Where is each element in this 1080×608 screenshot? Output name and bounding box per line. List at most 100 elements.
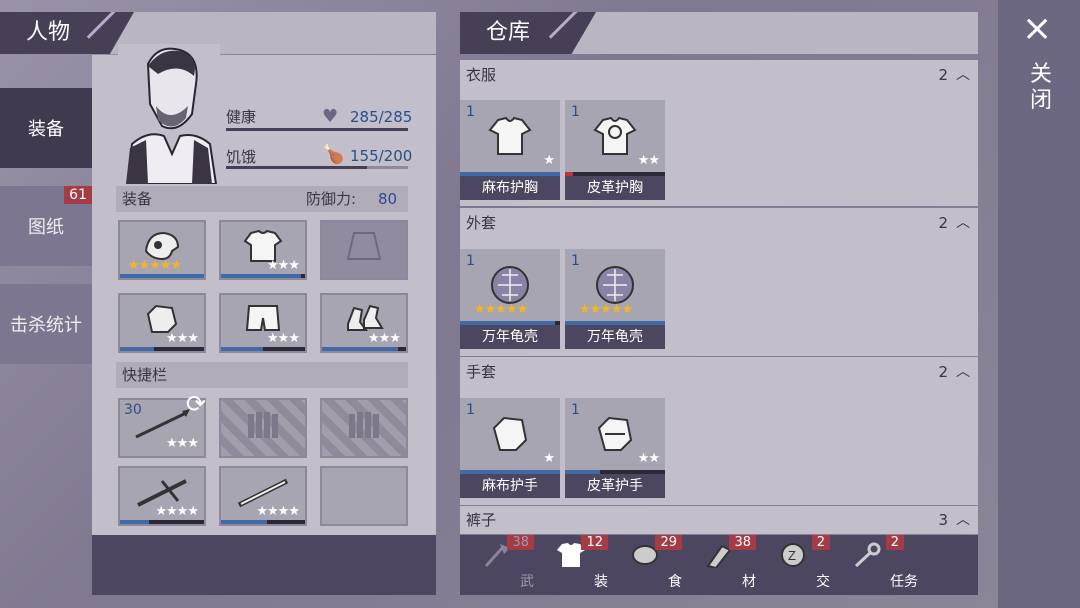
bottom-tab-food[interactable]: 29 食物 xyxy=(608,535,696,595)
quickbar-label: 快捷栏 xyxy=(122,366,168,384)
equip-slot-helmet[interactable]: ★★★★★ xyxy=(118,220,206,280)
category-coat-header[interactable]: 外套 2 ︿ xyxy=(460,208,978,238)
svg-text:Z: Z xyxy=(788,548,796,563)
fence-icon xyxy=(246,410,280,442)
storage-item[interactable]: 1 ★★★★★ 万年龟壳 xyxy=(460,249,560,349)
tab-equipment-label: 装备 xyxy=(28,119,64,140)
tab-badge: 29 xyxy=(655,535,682,550)
blueprints-badge: 61 xyxy=(64,186,92,204)
character-title: 人物 xyxy=(0,12,134,54)
slot-stars: ★★★ xyxy=(166,436,199,451)
defense-value: 80 xyxy=(378,190,398,208)
category-name: 手套 xyxy=(466,363,497,381)
category-pants-header[interactable]: 裤子 3 ︿ xyxy=(460,506,978,534)
health-bar xyxy=(226,128,408,131)
bottom-tab-materials[interactable]: 38 材料 xyxy=(682,535,770,595)
fence-icon xyxy=(347,410,381,442)
tab-blueprints-label: 图纸 xyxy=(28,217,64,238)
heart-icon: ♥ xyxy=(322,106,339,127)
storage-item[interactable]: 1 ★★★★★ 万年龟壳 xyxy=(565,249,665,349)
category-name: 外套 xyxy=(466,214,497,232)
category-name: 裤子 xyxy=(466,511,497,529)
storage-item[interactable]: 1 ★ 麻布护胸 xyxy=(460,100,560,200)
chevron-up-icon: ︿ xyxy=(956,215,970,231)
category-count: 2 xyxy=(938,214,948,232)
quick-slot-spear[interactable]: 30 ⟳ ★★★ xyxy=(118,390,206,458)
item-name: 麻布护手 xyxy=(460,474,560,498)
character-panel-footer xyxy=(92,535,436,595)
slot-stars: ★★★★ xyxy=(155,504,199,519)
slot-stars: ★★★ xyxy=(368,331,401,346)
item-count: 1 xyxy=(571,253,580,269)
item-count: 1 xyxy=(466,104,475,120)
leather-chest-icon xyxy=(593,116,637,160)
chevron-up-icon: ︿ xyxy=(956,364,970,380)
item-name: 皮革护手 xyxy=(565,474,665,498)
equip-slot-pants[interactable]: ★★★ xyxy=(219,293,307,353)
hunger-label: 饥饿 xyxy=(226,148,257,166)
item-count: 1 xyxy=(571,402,580,418)
storage-item[interactable]: 1 ★★ 皮革护胸 xyxy=(565,100,665,200)
equipment-label: 装备 xyxy=(122,190,153,208)
item-stars: ★ xyxy=(543,451,555,466)
coat-icon xyxy=(344,229,384,267)
item-stars: ★★★★★ xyxy=(579,302,633,317)
storage-header: 仓库 xyxy=(460,12,978,54)
leather-glove-icon xyxy=(593,414,637,458)
category-count: 2 xyxy=(938,66,948,84)
bottom-tab-weapons[interactable]: 38 武器 xyxy=(460,535,548,595)
bottom-tab-quests[interactable]: 2 任务 xyxy=(830,535,918,595)
tab-badge: 38 xyxy=(507,535,534,550)
equip-slot-gloves[interactable]: ★★★ xyxy=(118,293,206,353)
item-name: 万年龟壳 xyxy=(460,325,560,349)
bottom-tab-trade[interactable]: Z 2 交易 xyxy=(756,535,844,595)
hunger-value: 155/200 xyxy=(350,147,413,165)
hunger-bar xyxy=(226,166,408,169)
bottom-tab-equipment[interactable]: 12 装备 xyxy=(534,535,622,595)
quick-slot-locked-1 xyxy=(219,398,307,458)
equip-slot-coat[interactable] xyxy=(320,220,408,280)
drumstick-icon: 🍗 xyxy=(322,144,345,165)
tab-kill-stats[interactable]: 击杀统计 xyxy=(0,284,92,364)
storage-title: 仓库 xyxy=(460,12,596,54)
category-gloves-header[interactable]: 手套 2 ︿ xyxy=(460,357,978,387)
storage-item[interactable]: 1 ★ 麻布护手 xyxy=(460,398,560,498)
equipment-section-header: 装备 防御力: 80 xyxy=(116,186,408,212)
item-count: 1 xyxy=(571,104,580,120)
category-name: 衣服 xyxy=(466,66,497,84)
category-clothing-header[interactable]: 衣服 2 ︿ xyxy=(460,60,978,90)
category-count: 3 xyxy=(938,511,948,529)
close-label[interactable]: 关闭 xyxy=(1030,62,1052,114)
quick-slot-empty[interactable] xyxy=(320,466,408,526)
key-icon xyxy=(852,542,882,572)
quick-slot-crossbow[interactable]: ★★★★ xyxy=(118,466,206,526)
quick-slot-locked-2 xyxy=(320,398,408,458)
slot-stars: ★★★★ xyxy=(256,504,300,519)
item-stars: ★★ xyxy=(637,451,660,466)
item-stars: ★★★★★ xyxy=(474,302,528,317)
health-label: 健康 xyxy=(226,108,257,126)
item-stars: ★ xyxy=(543,153,555,168)
item-name: 麻布护胸 xyxy=(460,176,560,200)
close-icon[interactable]: × xyxy=(1022,8,1052,49)
slot-stars: ★★★ xyxy=(267,331,300,346)
glove-icon xyxy=(488,414,532,458)
health-value: 285/285 xyxy=(350,108,413,126)
item-stars: ★★ xyxy=(637,153,660,168)
quick-slot-baton[interactable]: ★★★★ xyxy=(219,466,307,526)
tab-blueprints[interactable]: 图纸 61 xyxy=(0,186,92,266)
slot-stars: ★★★★★ xyxy=(128,258,182,273)
equip-slot-shoes[interactable]: ★★★ xyxy=(320,293,408,353)
tab-badge: 12 xyxy=(581,535,608,550)
slot-stars: ★★★ xyxy=(267,258,300,273)
equip-slot-clothing[interactable]: ★★★ xyxy=(219,220,307,280)
item-name: 皮革护胸 xyxy=(565,176,665,200)
tab-badge: 38 xyxy=(729,535,756,550)
tab-badge: 2 xyxy=(811,535,830,550)
storage-item[interactable]: 1 ★★ 皮革护手 xyxy=(565,398,665,498)
tab-equipment[interactable]: 装备 xyxy=(0,88,92,168)
quickbar-section-header: 快捷栏 xyxy=(116,362,408,388)
item-name: 万年龟壳 xyxy=(565,325,665,349)
category-count: 2 xyxy=(938,363,948,381)
defense-label: 防御力: xyxy=(306,190,357,208)
